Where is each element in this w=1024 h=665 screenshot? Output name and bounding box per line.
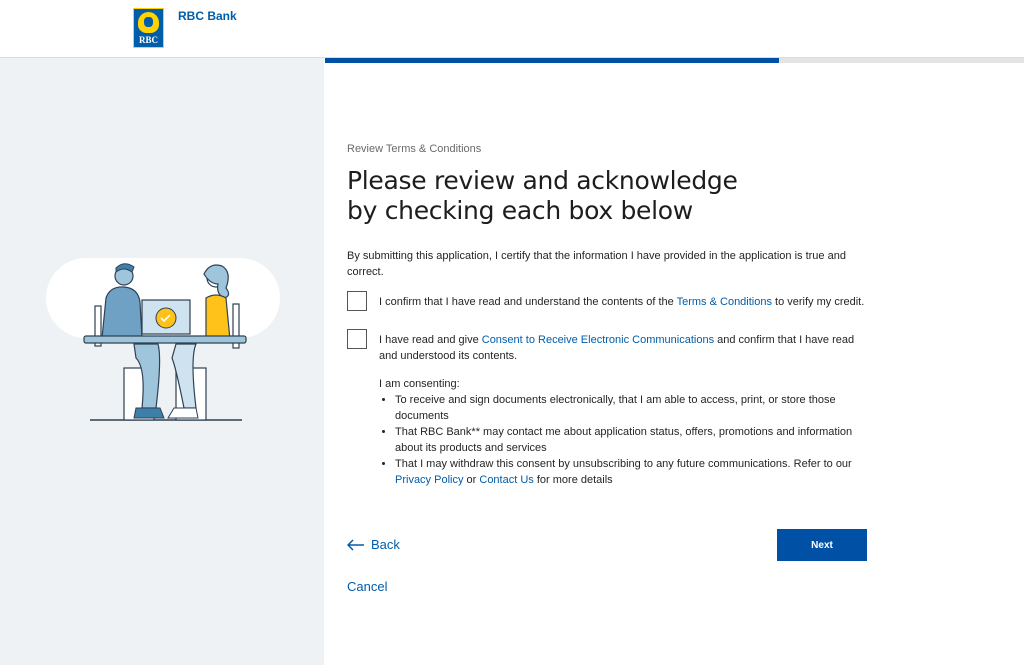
terms-text-before: I confirm that I have read and understan… xyxy=(379,296,677,308)
consent-intro: I am consenting: xyxy=(379,378,460,390)
consent-item: That I may withdraw this consent by unsu… xyxy=(395,456,859,488)
privacy-policy-link[interactable]: Privacy Policy xyxy=(395,474,463,486)
cancel-link[interactable]: Cancel xyxy=(347,579,387,594)
contact-us-link[interactable]: Contact Us xyxy=(479,474,533,486)
consent-text-before: I have read and give xyxy=(379,334,482,346)
back-label: Back xyxy=(371,537,400,552)
brand-name: RBC Bank xyxy=(178,9,237,23)
consent-item3-before: That I may withdraw this consent by unsu… xyxy=(395,458,852,470)
people-laptop-illustration xyxy=(46,258,280,421)
terms-checkbox[interactable] xyxy=(347,291,367,311)
terms-checkbox-label: I confirm that I have read and understan… xyxy=(379,294,879,310)
consent-list: To receive and sign documents electronic… xyxy=(379,392,859,488)
certify-statement: By submitting this application, I certif… xyxy=(347,250,846,278)
consent-checkbox[interactable] xyxy=(347,329,367,349)
progress-bar-fill xyxy=(325,58,780,63)
consent-item: That RBC Bank** may contact me about app… xyxy=(395,424,859,456)
electronic-communications-link[interactable]: Consent to Receive Electronic Communicat… xyxy=(482,334,714,346)
page-title: Please review and acknowledge by checkin… xyxy=(347,166,738,225)
terms-conditions-link[interactable]: Terms & Conditions xyxy=(677,296,772,308)
progress-bar xyxy=(325,58,1024,63)
step-label: Review Terms & Conditions xyxy=(347,143,482,155)
consent-item: To receive and sign documents electronic… xyxy=(395,392,859,424)
consent-checkbox-label: I have read and give Consent to Receive … xyxy=(379,332,867,364)
consent-item3-after: for more details xyxy=(533,474,613,486)
lion-shield-icon xyxy=(138,12,159,33)
consent-details: I am consenting: To receive and sign doc… xyxy=(379,376,859,488)
logo-text: RBC xyxy=(138,35,158,45)
terms-text-after: to verify my credit. xyxy=(771,296,865,308)
next-button[interactable]: Next xyxy=(777,529,867,561)
arrow-left-icon xyxy=(347,538,364,551)
header: RBC RBC Bank xyxy=(0,0,1024,58)
rbc-logo[interactable]: RBC xyxy=(133,8,164,48)
consent-or: or xyxy=(463,474,480,486)
back-button[interactable]: Back xyxy=(347,537,400,552)
